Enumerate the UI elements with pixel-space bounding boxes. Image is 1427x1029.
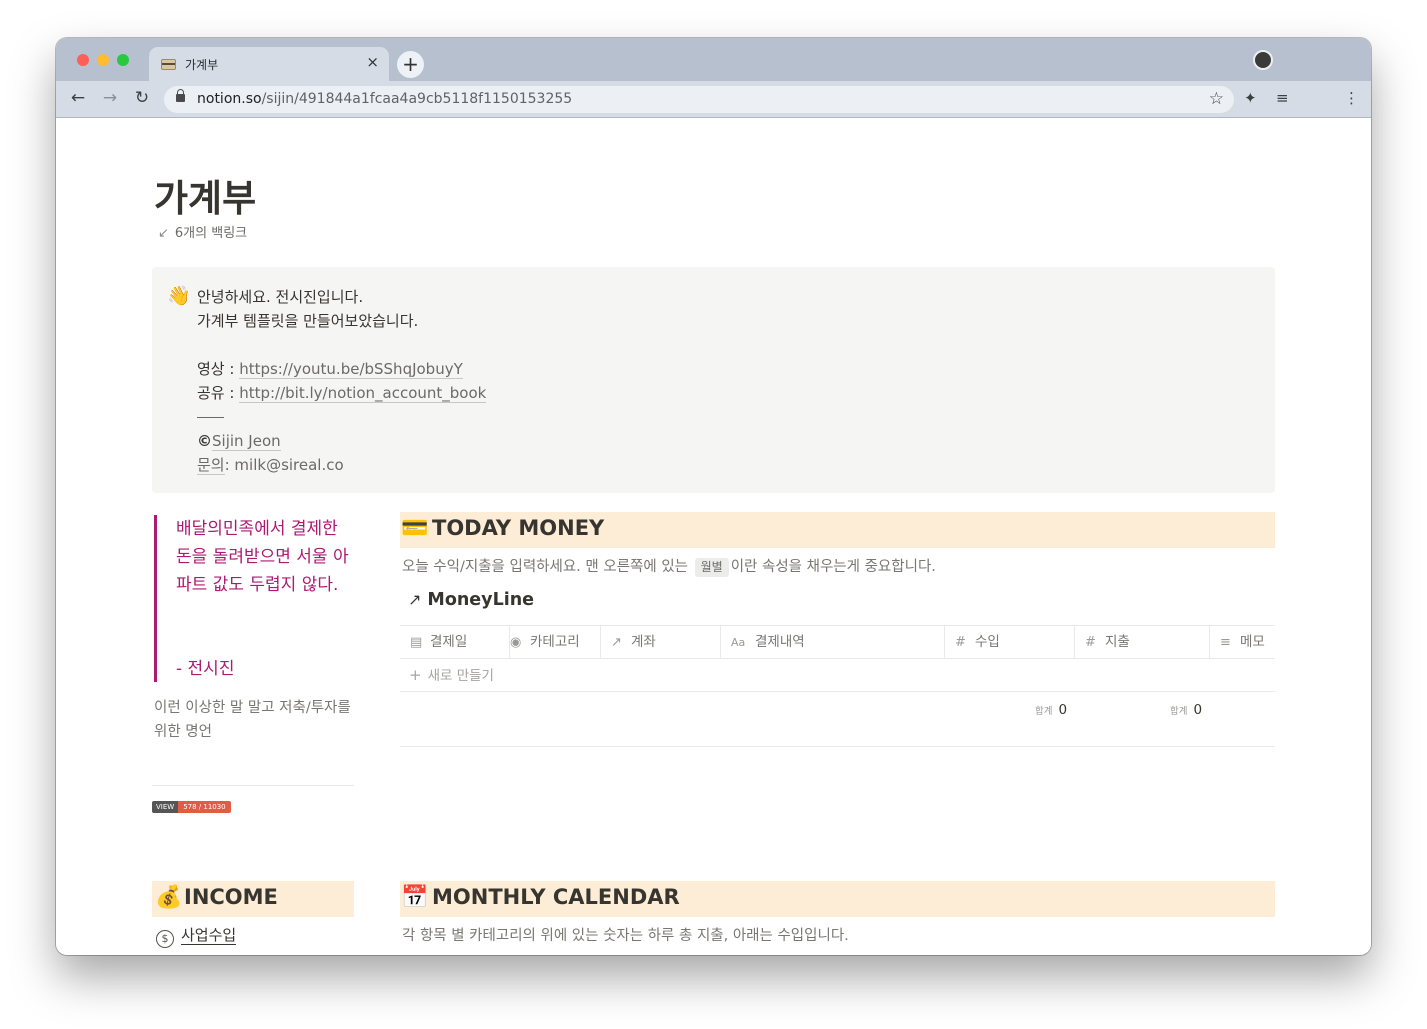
back-icon[interactable]: ←	[67, 88, 89, 108]
dollar-coin-icon: $	[156, 930, 174, 948]
quote-block: 배달의민족에서 결제한 돈을 돌려받으면 서울 아파트 값도 두렵지 않다. -…	[154, 515, 354, 682]
waving-hand-icon[interactable]: 👋	[167, 284, 191, 307]
calendar-icon: ▤	[410, 635, 423, 650]
number-icon: #	[955, 635, 966, 650]
text-lines-icon: ≡	[1220, 635, 1231, 650]
column-header-expense[interactable]: # 지출	[1075, 626, 1210, 659]
income-heading: 💰 INCOME	[152, 881, 354, 917]
credit-card-icon: 💳	[401, 516, 429, 541]
column-header-income[interactable]: # 수입	[945, 626, 1075, 659]
today-description: 오늘 수익/지출을 입력하세요. 맨 오른쪽에 있는 월별 이란 속성을 채우는게…	[402, 558, 936, 577]
close-tab-icon[interactable]: ×	[366, 53, 379, 71]
bookmark-star-icon[interactable]: ☆	[1209, 89, 1224, 109]
share-line: 공유 : http://bit.ly/notion_account_book	[197, 384, 487, 403]
income-sum[interactable]: 합계 0	[1035, 702, 1067, 718]
quote-text: 배달의민족에서 결제한 돈을 돌려받으면 서울 아파트 값도 두렵지 않다.	[176, 519, 349, 595]
contact-line: 문의: milk@sireal.co	[197, 456, 344, 475]
column-header-date[interactable]: ▤ 결제일	[400, 626, 510, 659]
column-header-category[interactable]: ◉ 카테고리	[500, 626, 601, 659]
zoom-window-button[interactable]	[117, 54, 129, 66]
browser-tab[interactable]: 가계부 ×	[149, 47, 389, 82]
linked-arrow-icon: ↗	[408, 590, 422, 609]
money-bag-icon: 💰	[155, 885, 183, 910]
column-header-description[interactable]: Aa 결제내역	[721, 626, 945, 659]
forward-icon[interactable]: →	[99, 88, 121, 108]
view-count-badge: VIEW 578 / 11030	[152, 801, 231, 813]
new-tab-button[interactable]: +	[397, 51, 424, 78]
callout-intro: 가계부 템플릿을 만들어보았습니다.	[197, 312, 419, 330]
tab-title: 가계부	[185, 58, 219, 72]
calendar-icon: 📅	[401, 885, 429, 910]
close-window-button[interactable]	[77, 54, 89, 66]
video-link[interactable]: https://youtu.be/bSShqJobuyY	[239, 360, 463, 379]
new-row-button[interactable]: + 새로 만들기	[400, 659, 1275, 692]
share-link[interactable]: http://bit.ly/notion_account_book	[239, 384, 487, 403]
address-bar[interactable]: notion.so/sijin/491844a1fcaa4a9cb5118f11…	[164, 86, 1234, 113]
backlink-arrow-icon: ↙	[158, 226, 169, 241]
moneyline-table: ▤ 결제일 ◉ 카테고리 ↗ 계좌 Aa 결제내역 # 수입 # 지출 ≡ 메모 + 새로 만들…	[400, 625, 1275, 747]
monthly-calendar-heading: 📅 MONTHLY CALENDAR	[400, 881, 1275, 917]
table-header: ▤ 결제일 ◉ 카테고리 ↗ 계좌 Aa 결제내역 # 수입 # 지출 ≡ 메모	[400, 625, 1275, 659]
backlinks-button[interactable]: ↙ 6개의 백링크	[158, 222, 247, 241]
backlinks-label: 6개의 백링크	[174, 226, 248, 241]
minimize-window-button[interactable]	[97, 54, 109, 66]
page-title: 가계부	[154, 177, 257, 220]
profile-avatar[interactable]	[1253, 50, 1273, 70]
video-line: 영상 : https://youtu.be/bSShqJobuyY	[197, 360, 463, 379]
callout-greeting: 안녕하세요. 전시진입니다.	[197, 288, 364, 306]
author-link[interactable]: Sijin Jeon	[212, 432, 281, 451]
income-link-business[interactable]: $ 사업수입	[156, 924, 237, 948]
media-control-icon[interactable]: ≡	[1276, 89, 1289, 107]
select-icon: ◉	[510, 635, 522, 650]
sidebar-divider	[152, 785, 354, 786]
database-title[interactable]: ↗ MoneyLine	[408, 590, 534, 610]
url-text[interactable]: notion.so/sijin/491844a1fcaa4a9cb5118f11…	[197, 91, 572, 107]
intro-callout: 👋 안녕하세요. 전시진입니다. 가계부 템플릿을 만들어보았습니다. 영상 :…	[152, 267, 1275, 493]
column-header-account[interactable]: ↗ 계좌	[601, 626, 721, 659]
reload-icon[interactable]: ↻	[131, 88, 153, 108]
browser-menu-icon[interactable]: ⋮	[1344, 89, 1359, 107]
view-badge-label: VIEW	[152, 801, 179, 813]
expense-sum[interactable]: 합계 0	[1170, 702, 1202, 718]
lock-icon[interactable]	[176, 89, 185, 102]
income-item-label: 사업수입	[181, 926, 237, 945]
number-icon: #	[1085, 635, 1096, 650]
browser-toolbar: ← → ↻ notion.so/sijin/491844a1fcaa4a9cb5…	[56, 81, 1371, 118]
plus-icon: +	[409, 666, 422, 684]
income-title: INCOME	[184, 885, 278, 909]
quote-caption: 이런 이상한 말 말고 저축/투자를 위한 명언	[154, 700, 351, 740]
extensions-puzzle-icon[interactable]: ✦	[1244, 89, 1257, 107]
callout-body: 안녕하세요. 전시진입니다. 가계부 템플릿을 만들어보았습니다. 영상 : h…	[197, 285, 487, 477]
contact-link[interactable]: 문의	[197, 456, 225, 475]
text-icon: Aa	[731, 636, 746, 649]
credit-card-icon	[161, 59, 176, 70]
view-badge-value: 578 / 11030	[178, 801, 231, 813]
calculation-row: 합계 0 합계 0	[400, 692, 1275, 747]
monthly-description: 각 항목 별 카테고리의 위에 있는 숫자는 하루 총 지출, 아래는 수입입니…	[402, 928, 849, 944]
quote-author: - 전시진	[176, 659, 235, 679]
divider-dash	[197, 417, 224, 418]
inline-code: 월별	[694, 558, 729, 577]
title-bar: 가계부 × +	[56, 38, 1371, 82]
relation-arrow-icon: ↗	[611, 635, 622, 650]
browser-window: 가계부 × + ← → ↻ notion.so/sijin/491844a1fc…	[56, 38, 1371, 955]
monthly-calendar-title: MONTHLY CALENDAR	[432, 885, 680, 909]
column-header-memo[interactable]: ≡ 메모	[1210, 626, 1275, 659]
copyright-line: ©Sijin Jeon	[197, 432, 281, 451]
today-money-heading: 💳 TODAY MONEY	[400, 512, 1275, 548]
today-money-title: TODAY MONEY	[432, 516, 605, 540]
page-content: 가계부 ↙ 6개의 백링크 👋 안녕하세요. 전시진입니다. 가계부 템플릿을 만…	[56, 118, 1371, 955]
